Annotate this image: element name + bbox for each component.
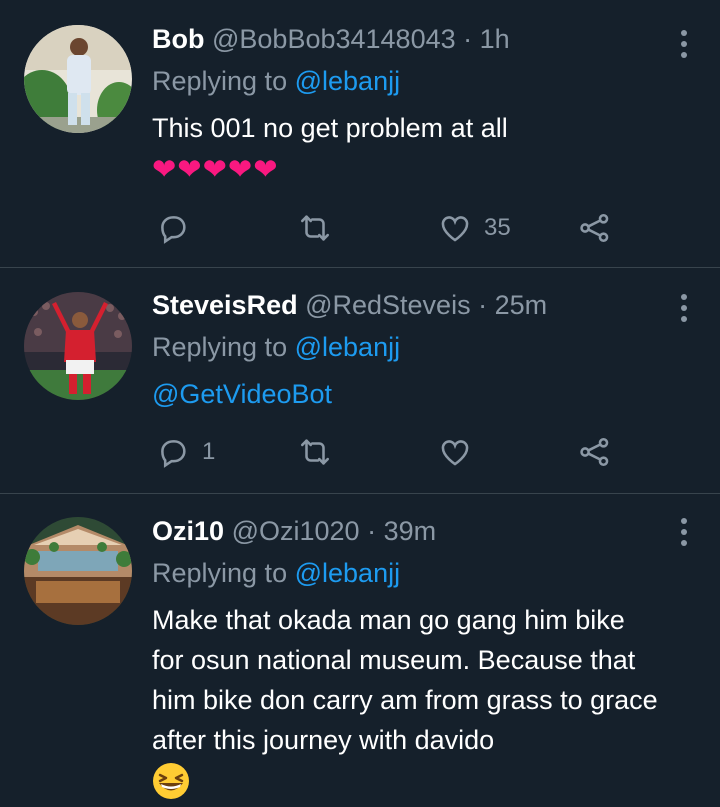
replying-mention-link[interactable]: @lebanjj [295, 66, 400, 96]
timestamp[interactable]: 1h [480, 24, 510, 54]
retweet-button[interactable] [298, 432, 332, 472]
separator-dot: · [367, 516, 377, 546]
retweet-icon [300, 215, 330, 241]
replying-label: Replying to [152, 558, 288, 588]
share-icon [580, 213, 609, 243]
user-handle[interactable]: @Ozi1020 [232, 516, 360, 546]
timestamp[interactable]: 39m [384, 516, 437, 546]
like-button[interactable] [438, 432, 484, 472]
like-count: 35 [484, 214, 511, 241]
mention-link[interactable]: @GetVideoBot [152, 379, 332, 409]
tweet-actions: 1 [152, 432, 632, 472]
reply-icon [161, 216, 186, 244]
replying-mention-link[interactable]: @lebanjj [295, 332, 400, 362]
reply-count: 1 [202, 438, 216, 465]
replying-to: Replying to @lebanjj [152, 64, 660, 98]
replying-label: Replying to [152, 66, 288, 96]
more-options-icon[interactable] [678, 518, 690, 546]
avatar[interactable] [24, 517, 132, 625]
timestamp[interactable]: 25m [495, 290, 548, 320]
display-name[interactable]: Ozi10 [152, 516, 224, 546]
reply-button[interactable] [156, 208, 202, 248]
share-button[interactable] [578, 432, 612, 472]
retweet-icon [300, 439, 330, 465]
replying-label: Replying to [152, 332, 288, 362]
reply-icon [161, 440, 186, 468]
more-options-icon[interactable] [678, 30, 690, 58]
tweet[interactable]: Ozi10 @Ozi1020 · 39m Replying to @lebanj… [0, 494, 720, 807]
display-name[interactable]: SteveisRed [152, 290, 298, 320]
tweet[interactable]: SteveisRed @RedSteveis · 25m Replying to… [0, 268, 720, 494]
tweet-actions: 35 [152, 208, 632, 248]
user-handle[interactable]: @RedSteveis [305, 290, 470, 320]
reply-button[interactable]: 1 [156, 432, 215, 472]
tweet[interactable]: Bob @BobBob34148043 · 1h Replying to @le… [0, 0, 720, 268]
tweet-text: This 001 no get problem at all [152, 113, 508, 143]
separator-dot: · [478, 290, 488, 320]
tweet-header: Ozi10 @Ozi1020 · 39m [152, 514, 660, 548]
share-button[interactable] [578, 208, 612, 248]
replying-to: Replying to @lebanjj [152, 556, 660, 590]
avatar[interactable] [24, 292, 132, 400]
tweet-text: @GetVideoBot [152, 374, 660, 414]
heart-emojis: ❤❤❤❤❤ [152, 154, 279, 186]
like-icon [441, 216, 469, 242]
replying-mention-link[interactable]: @lebanjj [295, 558, 400, 588]
avatar[interactable] [24, 25, 132, 133]
like-icon [441, 440, 469, 466]
tweet-header: SteveisRed @RedSteveis · 25m [152, 288, 660, 322]
tweet-header: Bob @BobBob34148043 · 1h [152, 22, 660, 56]
display-name[interactable]: Bob [152, 24, 204, 54]
tweet-text: Make that okada man go gang him bike for… [152, 605, 658, 755]
user-handle[interactable]: @BobBob34148043 [212, 24, 456, 54]
share-icon [580, 437, 609, 467]
like-button[interactable]: 35 [438, 208, 511, 248]
separator-dot: · [463, 24, 473, 54]
replying-to: Replying to @lebanjj [152, 330, 660, 364]
grinning-squinting-face-emoji [152, 760, 660, 805]
retweet-button[interactable] [298, 208, 332, 248]
more-options-icon[interactable] [678, 294, 690, 322]
